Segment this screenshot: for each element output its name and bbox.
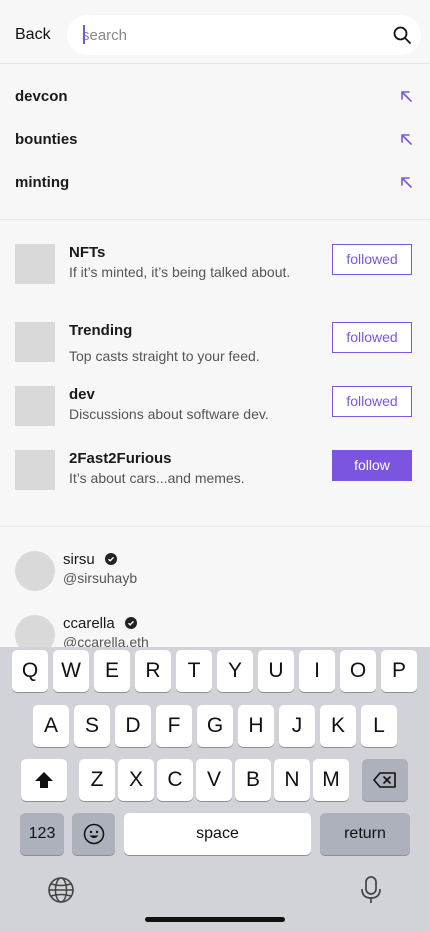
top-bar: Back [0, 0, 430, 64]
key-u[interactable]: U [258, 650, 294, 692]
numbers-key[interactable]: 123 [20, 813, 64, 855]
channel-name: Trending [69, 322, 133, 339]
search-suggestions: devcon bounties minting [0, 64, 430, 220]
onscreen-keyboard: Q W E R T Y U I O P A S D F G H J K L Z … [0, 647, 430, 932]
user-handle: @sirsuhayb [63, 570, 138, 586]
key-a[interactable]: A [33, 705, 69, 747]
channel-description: It’s about cars...and memes. [69, 470, 245, 486]
suggestion-label: minting [15, 174, 70, 191]
microphone-icon[interactable] [359, 875, 383, 905]
search-icon[interactable] [393, 26, 411, 44]
key-j[interactable]: J [279, 705, 315, 747]
verified-badge-icon [105, 553, 117, 565]
arrow-up-left-icon[interactable] [400, 176, 413, 189]
arrow-up-left-icon[interactable] [400, 90, 413, 103]
text-caret [83, 25, 85, 44]
key-g[interactable]: G [197, 705, 233, 747]
key-e[interactable]: E [94, 650, 130, 692]
emoji-key[interactable] [72, 813, 115, 855]
channel-list: NFTs If it’s minted, it’s being talked a… [0, 220, 430, 527]
key-n[interactable]: N [274, 759, 310, 801]
key-t[interactable]: T [176, 650, 212, 692]
key-k[interactable]: K [320, 705, 356, 747]
back-button[interactable]: Back [15, 26, 51, 44]
key-z[interactable]: Z [79, 759, 115, 801]
key-w[interactable]: W [53, 650, 89, 692]
key-h[interactable]: H [238, 705, 274, 747]
key-x[interactable]: X [118, 759, 154, 801]
followed-button[interactable]: followed [332, 244, 412, 275]
space-key[interactable]: space [124, 813, 311, 855]
suggestion-item[interactable]: devcon [15, 86, 415, 110]
key-s[interactable]: S [74, 705, 110, 747]
home-indicator [145, 917, 285, 922]
key-o[interactable]: O [340, 650, 376, 692]
channel-name: 2Fast2Furious [69, 450, 172, 467]
key-q[interactable]: Q [12, 650, 48, 692]
suggestion-item[interactable]: minting [15, 172, 415, 196]
globe-icon[interactable] [47, 876, 75, 904]
search-input[interactable] [82, 25, 372, 45]
key-p[interactable]: P [381, 650, 417, 692]
channel-thumbnail [15, 386, 55, 426]
key-y[interactable]: Y [217, 650, 253, 692]
channel-thumbnail [15, 244, 55, 284]
followed-button[interactable]: followed [332, 386, 412, 417]
emoji-icon [83, 823, 104, 845]
suggestion-label: devcon [15, 88, 68, 105]
backspace-icon [373, 772, 396, 788]
key-c[interactable]: C [157, 759, 193, 801]
delete-key[interactable] [362, 759, 408, 801]
key-m[interactable]: M [313, 759, 349, 801]
channel-name: dev [69, 386, 95, 403]
shift-icon [35, 772, 53, 788]
verified-badge-icon [125, 617, 137, 629]
channel-name: NFTs [69, 244, 106, 261]
search-bar[interactable] [67, 15, 421, 55]
key-d[interactable]: D [115, 705, 151, 747]
avatar [15, 551, 55, 591]
shift-key[interactable] [21, 759, 67, 801]
key-r[interactable]: R [135, 650, 171, 692]
suggestion-item[interactable]: bounties [15, 129, 415, 153]
key-b[interactable]: B [235, 759, 271, 801]
channel-description: Discussions about software dev. [69, 406, 269, 422]
channel-description: If it’s minted, it’s being talked about. [69, 264, 291, 280]
user-item[interactable]: sirsu @sirsuhayb [15, 551, 415, 595]
followed-button[interactable]: followed [332, 322, 412, 353]
user-name: ccarella [63, 615, 115, 632]
arrow-up-left-icon[interactable] [400, 133, 413, 146]
channel-thumbnail [15, 450, 55, 490]
key-l[interactable]: L [361, 705, 397, 747]
return-key[interactable]: return [320, 813, 410, 855]
key-v[interactable]: V [196, 759, 232, 801]
key-i[interactable]: I [299, 650, 335, 692]
user-name: sirsu [63, 551, 95, 568]
follow-button[interactable]: follow [332, 450, 412, 481]
channel-thumbnail [15, 322, 55, 362]
key-f[interactable]: F [156, 705, 192, 747]
suggestion-label: bounties [15, 131, 78, 148]
channel-description: Top casts straight to your feed. [69, 348, 260, 364]
